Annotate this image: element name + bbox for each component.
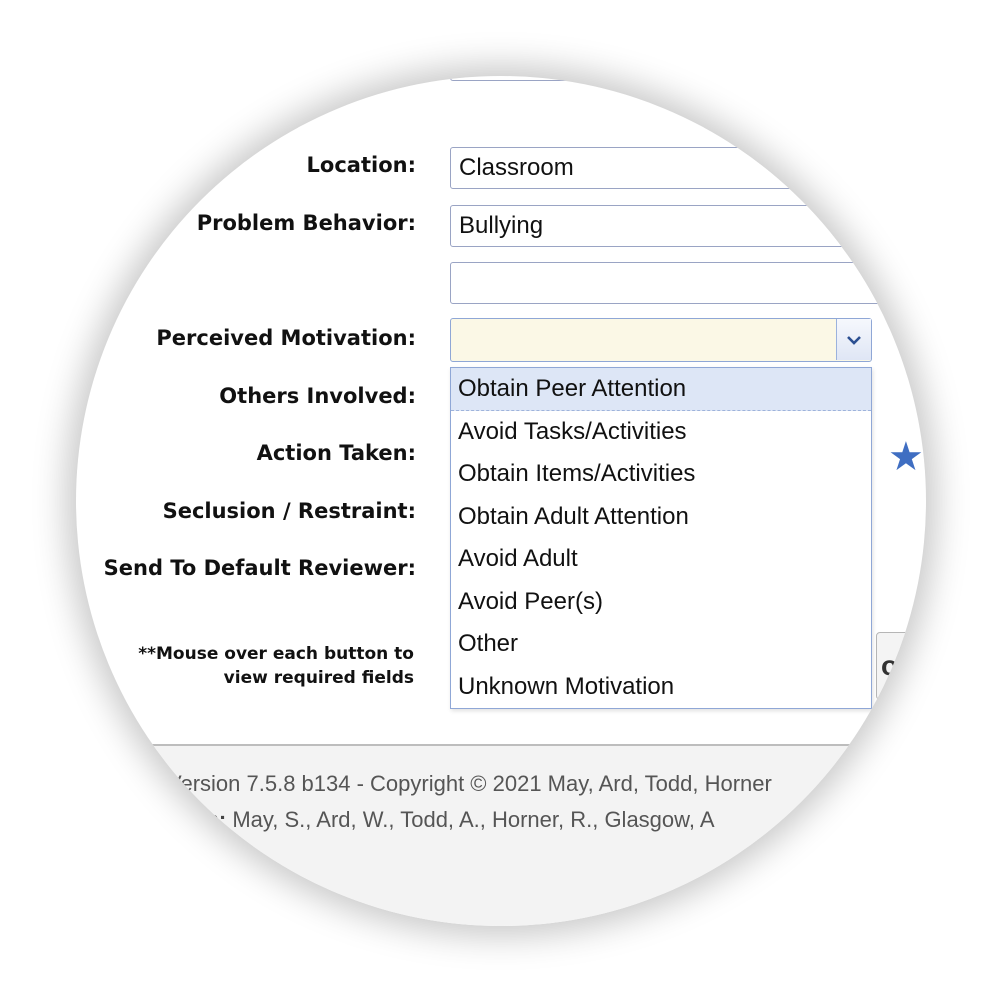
option-obtain-items-activities[interactable]: Obtain Items/Activities [451, 453, 871, 496]
citation-text: May, S., Ard, W., Todd, A., Horner, R., … [232, 807, 715, 832]
others-involved-label: Others Involved: [219, 384, 416, 408]
page-footer: Version 7.5.8 b134 - Copyright © 2021 Ma… [76, 744, 926, 926]
secondary-behavior-field[interactable] [450, 262, 910, 304]
location-label: Location: [306, 153, 416, 177]
form-area: Location: Classroom Problem Behavior: Bu… [76, 76, 926, 926]
send-to-reviewer-label: Send To Default Reviewer: [103, 556, 416, 580]
option-obtain-adult-attention[interactable]: Obtain Adult Attention [451, 496, 871, 539]
required-fields-note: **Mouse over each button to view require… [76, 642, 414, 690]
option-avoid-tasks-activities[interactable]: Avoid Tasks/Activities [451, 411, 871, 454]
option-avoid-peers[interactable]: Avoid Peer(s) [451, 581, 871, 624]
previous-field-edge [450, 76, 582, 81]
submit-button-partial[interactable]: or [876, 632, 926, 700]
perceived-motivation-label: Perceived Motivation: [156, 326, 416, 350]
citation-line: Citation: May, S., Ard, W., Todd, A., Ho… [137, 807, 715, 833]
note-line-1: **Mouse over each button to [138, 644, 414, 664]
option-other[interactable]: Other [451, 623, 871, 666]
option-unknown-motivation[interactable]: Unknown Motivation [451, 666, 871, 709]
chevron-down-icon[interactable] [836, 319, 871, 360]
perceived-motivation-select[interactable] [450, 318, 872, 362]
option-obtain-peer-attention[interactable]: Obtain Peer Attention [451, 368, 871, 411]
location-field[interactable]: Classroom [450, 147, 910, 189]
option-avoid-adult[interactable]: Avoid Adult [451, 538, 871, 581]
problem-behavior-field[interactable]: Bullying [450, 205, 910, 247]
motivation-dropdown-list: Obtain Peer Attention Avoid Tasks/Activi… [450, 367, 872, 709]
action-taken-label: Action Taken: [256, 441, 416, 465]
citation-label: Citation: [137, 807, 227, 832]
problem-behavior-label: Problem Behavior: [196, 211, 416, 235]
magnified-view: Location: Classroom Problem Behavior: Bu… [76, 76, 926, 926]
star-icon: ★ [888, 434, 924, 480]
seclusion-restraint-label: Seclusion / Restraint: [162, 499, 416, 523]
version-copyright: Version 7.5.8 b134 - Copyright © 2021 Ma… [167, 771, 772, 796]
note-line-2: view required fields [223, 668, 414, 688]
